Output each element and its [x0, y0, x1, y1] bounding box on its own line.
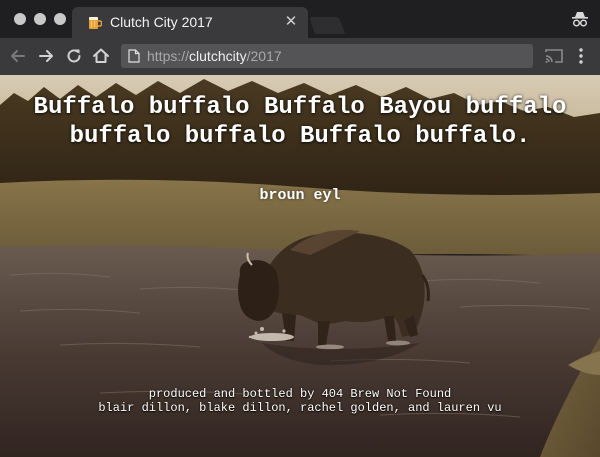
url-text: https://clutchcity/2017	[147, 48, 282, 65]
reload-icon[interactable]	[64, 46, 84, 66]
page-viewport: Buffalo buffalo Buffalo Bayou buffalo bu…	[0, 75, 600, 457]
incognito-icon	[572, 12, 588, 27]
tab-active[interactable]: Clutch City 2017 ✕	[72, 7, 308, 38]
home-icon[interactable]	[91, 46, 111, 66]
page-icon	[128, 49, 140, 63]
url-path: /2017	[246, 48, 282, 64]
more-vertical-icon[interactable]	[574, 47, 588, 65]
window-close-button[interactable]	[14, 13, 26, 25]
tab-strip: Clutch City 2017 ✕	[0, 0, 600, 38]
url-scheme: https://	[147, 48, 190, 64]
beer-mug-icon	[89, 17, 102, 29]
window-minimize-button[interactable]	[34, 13, 46, 25]
credits-producer: produced and bottled by 404 Brew Not Fou…	[148, 387, 452, 401]
cast-icon[interactable]	[545, 48, 563, 64]
url-host: clutchcity	[189, 48, 247, 64]
credits-names: blair dillon, blake dillon, rachel golde…	[98, 401, 502, 415]
tab-title: Clutch City 2017	[110, 14, 213, 30]
new-tab-button[interactable]	[308, 17, 346, 34]
browser-toolbar: https://clutchcity/2017	[0, 38, 600, 75]
close-icon[interactable]: ✕	[284, 14, 298, 29]
credits: produced and bottled by 404 Brew Not Fou…	[0, 387, 600, 415]
address-bar[interactable]: https://clutchcity/2017	[121, 44, 533, 68]
window-maximize-button[interactable]	[54, 13, 66, 25]
arrow-right-icon[interactable]	[36, 46, 56, 66]
page-headline: Buffalo buffalo Buffalo Bayou buffalo bu…	[33, 94, 567, 150]
browser-window: Clutch City 2017 ✕ https://clutchcity/20…	[0, 0, 600, 457]
arrow-left-icon[interactable]	[8, 46, 28, 66]
page-subtitle: broun eyl	[259, 187, 341, 204]
